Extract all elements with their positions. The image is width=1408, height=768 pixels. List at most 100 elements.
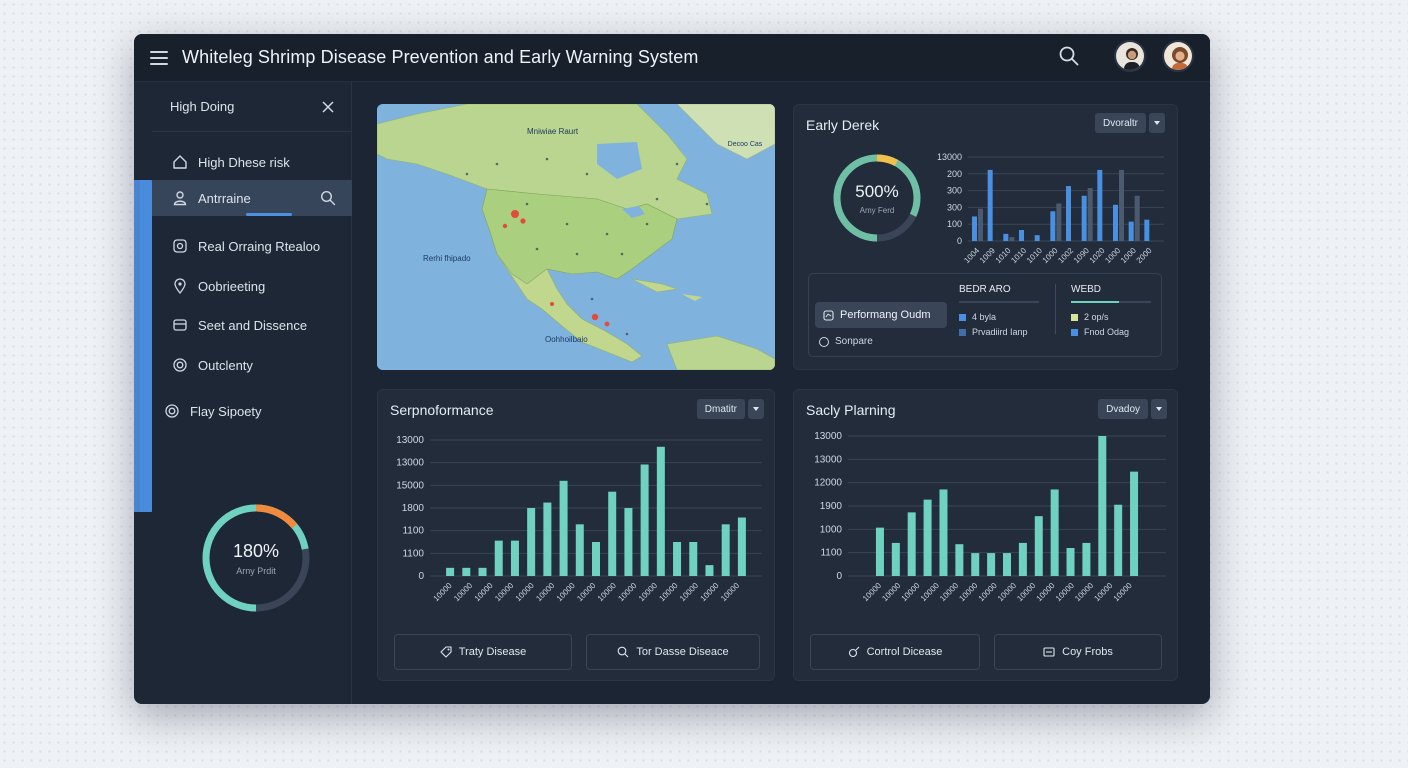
target-icon: [172, 238, 188, 254]
dropdown-label: Dvoraltr: [1094, 113, 1146, 133]
sidebar-item-antrraine[interactable]: Antrraine: [152, 180, 352, 216]
map-panel[interactable]: Mniwiae Raurt Decoo Cas Rerhi fhipado Oo…: [377, 104, 775, 370]
menu-icon[interactable]: [150, 50, 168, 65]
user-avatar-1[interactable]: [1114, 40, 1146, 72]
compare-radio[interactable]: Sonpare: [819, 336, 873, 347]
bar: [1056, 203, 1062, 241]
x-tick-label: 10000: [699, 581, 721, 603]
legend-line: [1071, 301, 1151, 303]
bar: [1082, 542, 1091, 576]
tor-dasse-diseace-button[interactable]: Tor Dasse Diseace: [586, 634, 760, 670]
title-bar: Whiteleg Shrimp Disease Prevention and E…: [134, 34, 1210, 82]
bar: [1050, 489, 1059, 576]
bar: [987, 169, 993, 241]
gauge-sub-label: Arny Prdit: [236, 565, 276, 576]
legend-swatch: [959, 328, 966, 336]
dropdown-label: Dvadoy: [1098, 399, 1148, 419]
bar: [1128, 221, 1134, 241]
y-tick-label: 100: [947, 219, 962, 229]
x-tick-label: 10000: [1112, 581, 1134, 603]
sidebar-item-seet-and-dissence[interactable]: Seet and Dissence: [152, 307, 352, 343]
close-icon[interactable]: [320, 99, 336, 115]
sidebar: High Doing High Dhese risk Antrraine Rea…: [134, 82, 352, 704]
bar: [737, 517, 746, 576]
early-donut: 500% Amy Ferd: [830, 151, 924, 245]
chart-icon: [823, 309, 834, 321]
bar: [971, 553, 980, 576]
target-icon: [172, 357, 188, 373]
map-label: Mniwiae Raurt: [527, 127, 579, 136]
bar: [592, 542, 600, 576]
sidebar-item-flay-sipoety[interactable]: Flay Sipoety: [144, 393, 344, 429]
bar: [891, 542, 900, 576]
app-window: Whiteleg Shrimp Disease Prevention and E…: [134, 34, 1210, 704]
x-tick-label: 1000: [1119, 246, 1138, 265]
y-tick-label: 0: [418, 571, 424, 582]
x-tick-label: 10000: [575, 581, 597, 603]
bar: [656, 446, 665, 576]
perf-dropdown[interactable]: Dmatitr: [696, 399, 764, 419]
performance-button-label: Performang Oudm: [840, 309, 931, 321]
gauge-value: 180%: [232, 540, 280, 561]
bar: [608, 491, 617, 576]
x-tick-label: 10000: [534, 581, 556, 603]
coy-frobs-button[interactable]: Coy Frobs: [994, 634, 1162, 670]
x-tick-label: 10000: [473, 581, 495, 603]
traty-disease-button[interactable]: Traty Disease: [394, 634, 572, 670]
bar: [972, 216, 977, 241]
search-icon[interactable]: [320, 190, 336, 206]
bar: [923, 499, 932, 576]
user-avatar-2[interactable]: [1162, 40, 1194, 72]
x-tick-label: 10000: [719, 581, 741, 603]
button-label: Tor Dasse Diseace: [636, 646, 729, 658]
donut-sub-label: Amy Ferd: [859, 205, 895, 215]
bar: [673, 542, 682, 576]
y-tick-label: 1100: [820, 548, 842, 559]
x-tick-label: 10000: [555, 581, 577, 603]
bar: [1144, 219, 1150, 241]
x-tick-label: 10000: [957, 581, 979, 603]
x-tick-label: 10000: [637, 581, 659, 603]
active-indicator: [246, 213, 292, 216]
x-tick-label: 10000: [1054, 581, 1076, 603]
performance-button[interactable]: Performang Oudm: [815, 302, 947, 328]
bar: [1081, 195, 1087, 241]
early-dropdown[interactable]: Dvoraltr: [1094, 113, 1165, 133]
x-tick-label: 1002: [1056, 246, 1075, 265]
search-icon[interactable]: [1058, 45, 1080, 67]
sidebar-item-label: High Dhese risk: [198, 154, 290, 170]
bar: [875, 527, 884, 576]
bar: [705, 565, 714, 576]
sidebar-item-oobrieeting[interactable]: Oobrieeting: [152, 268, 352, 304]
x-tick-label: 1004: [962, 246, 981, 265]
x-tick-label: 2000: [1135, 246, 1154, 265]
sidebar-item-outclenty[interactable]: Outclenty: [152, 347, 352, 383]
legend-col-1: BEDR ARO 4 byla Prvadiird Ianp: [959, 284, 1039, 337]
legend-row: Fnod Odag: [1071, 327, 1151, 337]
tag-icon: [439, 646, 452, 658]
legend-heading: WEBD: [1071, 284, 1101, 295]
x-tick-label: 1000: [1103, 246, 1122, 265]
early-title: Early Derek: [806, 117, 880, 133]
bar: [987, 553, 996, 576]
perf-title: Serpnoformance: [390, 402, 494, 418]
chevron-down-icon: [1149, 113, 1165, 133]
plan-dropdown[interactable]: Dvadoy: [1098, 399, 1167, 419]
x-tick-label: 10000: [678, 581, 700, 603]
x-tick-label: 10000: [657, 581, 679, 603]
cortrol-dicease-button[interactable]: Cortrol Dicease: [810, 634, 980, 670]
performance-bar-chart: 1300013000150001800110011000100001000010…: [396, 435, 762, 603]
y-tick-label: 13000: [814, 431, 842, 442]
sidebar-item-high-disease-risk[interactable]: High Dhese risk: [152, 144, 352, 180]
bar: [575, 524, 584, 576]
legend-text: 4 byla: [972, 312, 997, 322]
bar: [1098, 436, 1107, 576]
sidebar-accent-strip: [134, 180, 152, 512]
sidebar-item-real-orraing[interactable]: Real Orraing Rtealoo: [152, 228, 352, 264]
bar: [1019, 230, 1024, 241]
y-tick-label: 12000: [814, 478, 842, 489]
radio-icon: [819, 336, 829, 347]
legend-heading: BEDR ARO: [959, 284, 1011, 295]
x-tick-label: 1090: [1072, 246, 1091, 265]
planning-bar-chart: 1300013000120001900100011000100001000010…: [814, 431, 1166, 603]
